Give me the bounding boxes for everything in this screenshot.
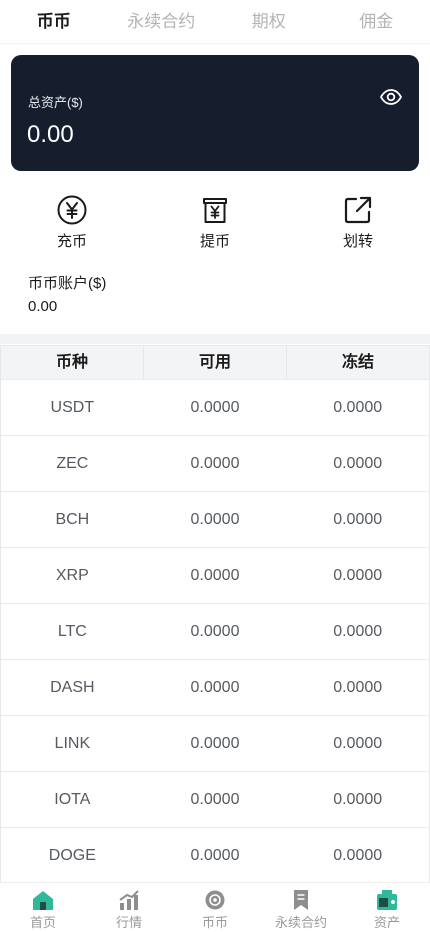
total-assets-value: 0.00 (27, 121, 74, 148)
nav-home[interactable]: 首页 (0, 883, 86, 932)
tab-spot[interactable]: 币币 (0, 0, 108, 43)
cell-available: 0.0000 (190, 399, 240, 416)
header-currency: 币种 (1, 346, 144, 379)
section-divider (0, 334, 430, 344)
contract-icon (294, 890, 308, 910)
cell-currency: LINK (54, 735, 91, 752)
transfer-label: 划转 (342, 233, 373, 250)
cell-available: 0.0000 (190, 679, 240, 696)
tab-perpetual[interactable]: 永续合约 (108, 0, 216, 43)
header-available: 可用 (144, 346, 287, 379)
nav-spot[interactable]: 币币 (172, 883, 258, 932)
cell-currency: XRP (55, 567, 89, 584)
cell-currency: DOGE (48, 847, 96, 864)
table-row[interactable]: DASH 0.0000 0.0000 (1, 659, 429, 715)
nav-home-label: 首页 (29, 915, 56, 930)
table-row[interactable]: XRP 0.0000 0.0000 (1, 547, 429, 603)
cell-frozen: 0.0000 (333, 399, 383, 416)
table-row[interactable]: IOTA 0.0000 0.0000 (1, 771, 429, 827)
spot-account-value: 0.00 (28, 298, 58, 315)
home-icon (33, 891, 53, 910)
table-row[interactable]: LINK 0.0000 0.0000 (1, 715, 429, 771)
cell-available: 0.0000 (190, 623, 240, 640)
table-row[interactable]: BCH 0.0000 0.0000 (1, 491, 429, 547)
withdraw-button[interactable]: 提币 (175, 190, 255, 251)
cell-currency: IOTA (54, 791, 91, 808)
share-external-icon (344, 196, 372, 224)
table-row[interactable]: DOGE 0.0000 0.0000 (1, 827, 429, 883)
cell-frozen: 0.0000 (333, 455, 383, 472)
cell-frozen: 0.0000 (333, 847, 383, 864)
cell-currency: USDT (50, 399, 95, 416)
top-tab-bar: 币币 永续合约 期权 佣金 (0, 0, 430, 44)
cell-frozen: 0.0000 (333, 567, 383, 584)
assets-icon (377, 890, 397, 910)
deposit-label: 充币 (56, 233, 87, 250)
deposit-button[interactable]: 充币 (32, 190, 112, 251)
nav-assets[interactable]: 资产 (344, 883, 430, 932)
transfer-button[interactable]: 划转 (318, 190, 398, 251)
total-assets-label: 总资产($) (28, 95, 83, 110)
total-assets-card: 总资产($) 0.00 (11, 55, 419, 171)
nav-assets-label: 资产 (373, 915, 400, 930)
market-chart-icon (119, 890, 139, 910)
eye-icon[interactable] (380, 89, 402, 105)
cell-available: 0.0000 (190, 567, 240, 584)
cell-currency: LTC (57, 623, 87, 640)
nav-market-label: 行情 (115, 915, 142, 930)
cell-frozen: 0.0000 (333, 679, 383, 696)
nav-perpetual[interactable]: 永续合约 (258, 883, 344, 932)
nav-perpetual-label: 永续合约 (274, 915, 327, 930)
cell-available: 0.0000 (190, 791, 240, 808)
table-row[interactable]: LTC 0.0000 0.0000 (1, 603, 429, 659)
bottom-nav: 首页 行情 币币 永续合约 资产 (0, 882, 430, 932)
yen-wallet-icon (203, 198, 227, 223)
cell-available: 0.0000 (190, 735, 240, 752)
cell-frozen: 0.0000 (333, 623, 383, 640)
cell-available: 0.0000 (190, 511, 240, 528)
asset-actions: 充币 提币 划转 (0, 190, 430, 260)
asset-table: 币种 可用 冻结 USDT 0.0000 0.0000 ZEC 0.0000 0… (0, 345, 430, 883)
table-header: 币种 可用 冻结 (1, 346, 429, 379)
cell-currency: BCH (55, 511, 90, 528)
tab-options[interactable]: 期权 (215, 0, 323, 43)
cell-available: 0.0000 (190, 847, 240, 864)
table-row[interactable]: ZEC 0.0000 0.0000 (1, 435, 429, 491)
withdraw-label: 提币 (199, 233, 230, 250)
nav-spot-label: 币币 (201, 915, 228, 930)
header-frozen: 冻结 (341, 354, 374, 371)
spot-account-label: 币币账户($) (28, 275, 107, 292)
yen-circle-icon (57, 195, 87, 225)
table-row[interactable]: USDT 0.0000 0.0000 (1, 379, 429, 435)
tab-commission[interactable]: 佣金 (323, 0, 430, 43)
nav-market[interactable]: 行情 (86, 883, 172, 932)
cell-currency: DASH (50, 679, 95, 696)
cell-frozen: 0.0000 (333, 735, 383, 752)
cell-frozen: 0.0000 (333, 511, 383, 528)
cell-currency: ZEC (56, 455, 89, 472)
coin-icon (205, 890, 225, 910)
cell-frozen: 0.0000 (333, 791, 383, 808)
cell-available: 0.0000 (190, 455, 240, 472)
